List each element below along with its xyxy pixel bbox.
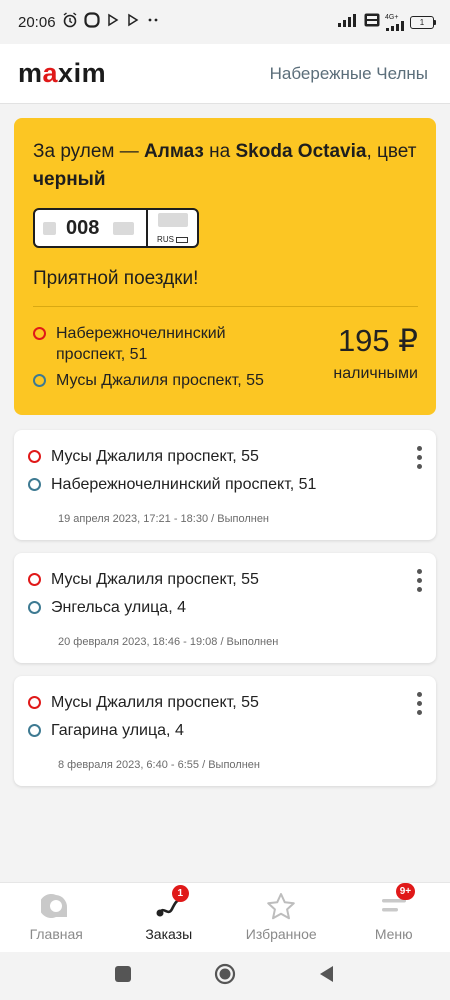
alarm-icon: [62, 11, 78, 33]
more-notifications-icon: [146, 13, 160, 32]
volte-icon: [364, 13, 380, 32]
order-date-status: 19 апреля 2023, 17:21 - 18:30 / Выполнен: [58, 513, 270, 525]
nav-menu-label: Меню: [374, 926, 413, 942]
active-route: Набережночелнинский проспект, 51 Мусы Дж…: [33, 323, 418, 391]
destination-dot-icon: [28, 478, 41, 491]
destination-address: Мусы Джалиля проспект, 55: [56, 372, 264, 389]
nav-orders-label: Заказы: [145, 926, 193, 942]
payment-method: наличными: [333, 365, 418, 382]
play-notification-icon: [106, 13, 120, 32]
nav-menu[interactable]: 9+ Меню: [338, 883, 450, 952]
bottom-navigation: Главная 1 Заказы Избранное 9+ Меню: [0, 882, 450, 952]
card-divider: [33, 306, 418, 307]
app-header: m a xim Набережные Челны: [0, 44, 450, 104]
origin-address: Набережночелнинский проспект, 51: [56, 325, 226, 363]
history-order-card[interactable]: Мусы Джалиля проспект, 55 Энгельса улица…: [14, 553, 436, 663]
plate-country: RUS: [157, 235, 174, 244]
more-options-icon[interactable]: [416, 692, 422, 715]
car-model: Skoda Octavia: [235, 141, 367, 162]
system-navigation-bar: [0, 952, 450, 1000]
origin-dot-icon: [28, 696, 41, 709]
history-order-card[interactable]: Мусы Джалиля проспект, 55 Гагарина улица…: [14, 676, 436, 786]
origin-address: Мусы Джалиля проспект, 55: [51, 571, 259, 588]
plate-hidden-letter: [43, 221, 56, 235]
battery-level: 1: [410, 15, 434, 29]
license-plate: 008 RUS: [33, 208, 199, 248]
destination-dot-icon: [28, 724, 41, 737]
car-prefix: на: [203, 141, 236, 162]
home-button-icon[interactable]: [214, 963, 236, 990]
menu-badge: 9+: [395, 883, 416, 900]
recent-apps-icon[interactable]: [114, 965, 132, 988]
orders-route-icon: 1: [153, 885, 189, 921]
home-icon: [40, 891, 72, 921]
order-date-status: 20 февраля 2023, 18:46 - 19:08 / Выполне…: [58, 636, 279, 648]
signal-icon-2: [386, 20, 404, 31]
flag-icon: [175, 236, 188, 243]
signal-icon: [337, 13, 359, 32]
order-date-status: 8 февраля 2023, 6:40 - 6:55 / Выполнен: [58, 759, 260, 771]
driver-name: Алмаз: [144, 141, 204, 162]
nav-favorites[interactable]: Избранное: [225, 883, 338, 952]
driver-info: За рулем — Алмаз на Skoda Octavia, цвет …: [33, 138, 418, 194]
driver-prefix: За рулем —: [33, 141, 145, 162]
menu-icon: 9+: [378, 883, 416, 921]
origin-address: Мусы Джалиля проспект, 55: [51, 694, 259, 711]
history-order-card[interactable]: Мусы Джалиля проспект, 55 Набережночелни…: [14, 430, 436, 540]
network-type-label: 4G+: [385, 13, 399, 21]
price-block: 195 ₽ наличными: [333, 323, 418, 383]
origin-address: Мусы Джалиля проспект, 55: [51, 448, 259, 465]
greeting-text: Приятной поездки!: [33, 268, 199, 289]
price-value: 195 ₽: [337, 323, 418, 358]
nav-orders[interactable]: 1 Заказы: [113, 883, 226, 952]
nav-home[interactable]: Главная: [0, 883, 113, 952]
more-options-icon[interactable]: [416, 446, 422, 469]
nav-favorites-label: Избранное: [245, 926, 317, 942]
back-icon[interactable]: [318, 965, 336, 988]
destination-address: Набережночелнинский проспект, 51: [51, 476, 317, 493]
logo-part-xim: xim: [58, 58, 107, 88]
destination-dot-icon: [33, 374, 46, 387]
destination-address: Гагарина улица, 4: [51, 722, 184, 739]
origin-dot-icon: [33, 327, 46, 340]
origin-dot-icon: [28, 573, 41, 586]
app-notification-icon: [83, 11, 100, 33]
active-order-card[interactable]: За рулем — Алмаз на Skoda Octavia, цвет …: [14, 118, 436, 415]
destination-dot-icon: [28, 601, 41, 614]
maxim-logo: m a xim: [18, 58, 106, 89]
play-notification-icon-2: [126, 13, 140, 32]
plate-hidden-letters: [113, 221, 135, 235]
city-selector[interactable]: Набережные Челны: [270, 64, 428, 84]
battery-icon: 1: [410, 15, 436, 29]
status-bar: 20:06 4G+ 1: [0, 0, 450, 44]
plate-hidden-region: [157, 213, 188, 227]
nav-home-label: Главная: [29, 926, 83, 942]
status-time: 20:06: [18, 13, 56, 31]
star-icon: [265, 891, 297, 921]
plate-number: 008: [66, 216, 100, 239]
logo-part-m: m: [18, 58, 43, 88]
logo-part-a: a: [42, 58, 59, 88]
car-color: черный: [33, 169, 106, 190]
more-options-icon[interactable]: [416, 569, 422, 592]
origin-dot-icon: [28, 450, 41, 463]
color-prefix: , цвет: [366, 141, 417, 162]
destination-address: Энгельса улица, 4: [51, 599, 186, 616]
orders-badge: 1: [171, 885, 189, 902]
